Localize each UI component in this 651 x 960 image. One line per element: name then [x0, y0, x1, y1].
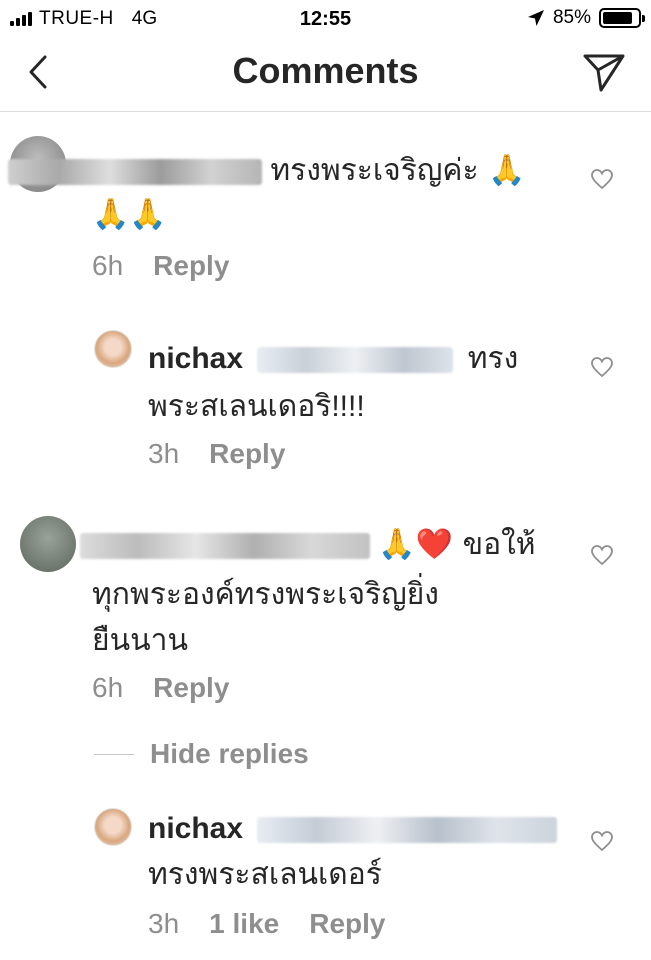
avatar[interactable] — [94, 808, 132, 846]
blurred-mention[interactable] — [257, 347, 454, 374]
hide-replies-button[interactable]: Hide replies — [94, 738, 309, 770]
reply-username[interactable]: nichax — [148, 342, 243, 375]
comment-item: ทรงพระเจริญค่ะ 🙏 — [8, 148, 578, 194]
reply-button[interactable]: Reply — [153, 672, 229, 704]
reply-text: nichax ทรง — [148, 336, 578, 382]
reply-text-line1: ทรง — [467, 342, 519, 375]
blurred-mention[interactable] — [257, 817, 558, 844]
comment-text: 🙏❤️ ขอให้ — [80, 522, 580, 568]
likes-count[interactable]: 1 like — [209, 908, 279, 940]
location-arrow-icon — [527, 10, 544, 26]
avatar[interactable] — [20, 516, 76, 572]
reply-button[interactable]: Reply — [209, 438, 285, 470]
reply-text: nichax — [148, 806, 578, 852]
heart-icon[interactable] — [590, 168, 614, 190]
status-right: 85% — [527, 7, 645, 29]
battery-fill — [603, 12, 632, 24]
page-title: Comments — [232, 50, 419, 91]
reply-text-line2: ทรงพระสเลนเดอร์ — [148, 858, 382, 891]
comment-time: 6h — [92, 672, 124, 703]
header: Comments — [0, 36, 651, 112]
comment-text-line1: ทรงพระเจริญค่ะ 🙏 — [270, 153, 526, 188]
reply-meta: 3h Reply — [148, 438, 285, 470]
comment-text-line3: ยืนนาน — [92, 624, 188, 657]
heart-icon[interactable] — [590, 544, 614, 566]
reply-time: 3h — [148, 438, 180, 469]
battery-icon — [599, 8, 645, 28]
avatar[interactable] — [94, 330, 132, 368]
reply-button[interactable]: Reply — [309, 908, 385, 940]
reply-button[interactable]: Reply — [153, 250, 229, 282]
blurred-username[interactable] — [80, 533, 370, 560]
comment-text-line2: 🙏🙏 — [92, 197, 167, 232]
reply-time: 3h — [148, 908, 180, 939]
battery-percent: 85% — [552, 7, 591, 28]
divider-line — [94, 753, 134, 755]
status-bar: TRUE-H 4G 12:55 85% — [0, 0, 651, 36]
comment-time: 6h — [92, 250, 124, 281]
reply-meta: 3h 1 like Reply — [148, 908, 385, 940]
share-button[interactable] — [581, 52, 627, 94]
comment-text-line2: ทุกพระองค์ทรงพระเจริญยิ่ง — [92, 578, 439, 611]
comment-meta: 6h Reply — [92, 250, 229, 282]
heart-icon[interactable] — [590, 830, 614, 852]
paper-plane-icon — [583, 54, 625, 92]
comment-meta: 6h Reply — [92, 672, 229, 704]
blurred-username[interactable] — [8, 159, 262, 186]
reply-text-line2: พระสเลนเดอริ!!!! — [148, 390, 365, 423]
reply-username[interactable]: nichax — [148, 812, 243, 845]
heart-icon[interactable] — [590, 356, 614, 378]
comment-text: ทรงพระเจริญค่ะ 🙏 — [8, 148, 578, 194]
comment-text-line1: 🙏❤️ ขอให้ — [378, 527, 536, 562]
hide-replies-label: Hide replies — [150, 738, 309, 769]
